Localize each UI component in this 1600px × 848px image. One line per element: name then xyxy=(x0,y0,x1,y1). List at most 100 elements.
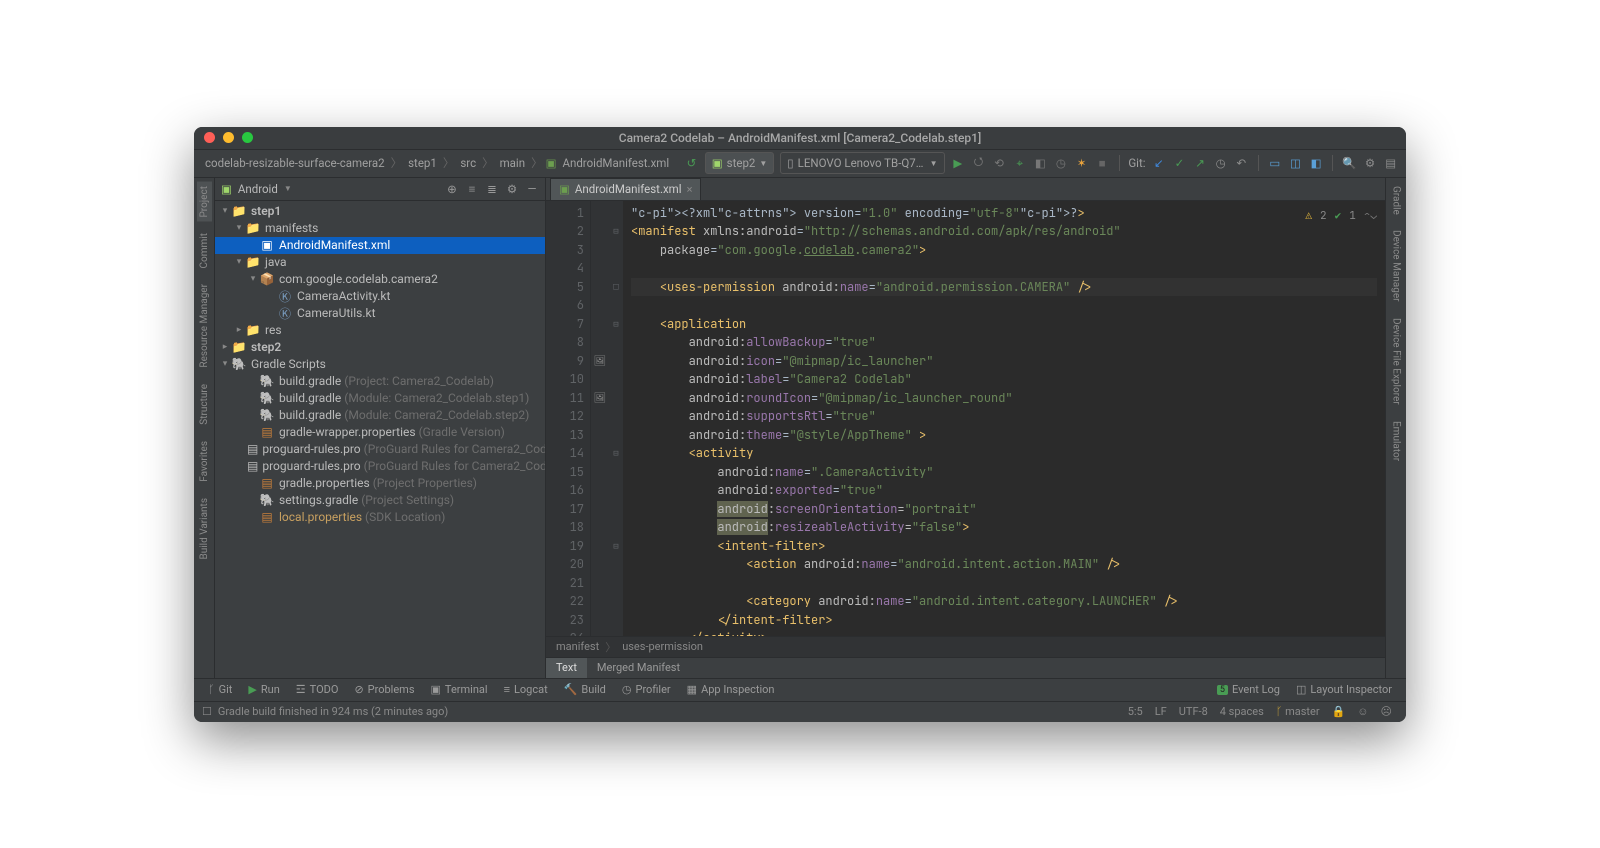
todo-tool-button[interactable]: ☲TODO xyxy=(290,683,345,696)
resource-manager-icon[interactable]: ◧ xyxy=(1309,154,1324,172)
module-node[interactable]: step1 xyxy=(251,204,281,218)
profiler-icon: ◷ xyxy=(622,683,632,696)
breadcrumb-item[interactable]: main xyxy=(497,155,529,171)
collapse-all-icon[interactable]: ≣ xyxy=(485,182,499,196)
debug-button[interactable]: ⌖ xyxy=(1012,154,1027,172)
caret-position[interactable]: 5:5 xyxy=(1122,705,1149,718)
memory-indicator[interactable]: ☺ xyxy=(1351,705,1374,718)
attach-debugger-icon[interactable]: ✶ xyxy=(1074,154,1089,172)
lock-icon[interactable]: 🔒 xyxy=(1326,705,1352,718)
indent-settings[interactable]: 4 spaces xyxy=(1214,705,1270,718)
breadcrumb-item[interactable]: step1 xyxy=(405,155,440,171)
breadcrumb-item[interactable]: src xyxy=(457,155,479,171)
git-label: Git: xyxy=(1128,156,1145,170)
code-editor[interactable]: 123456789101112131415161718192021222324 … xyxy=(546,201,1385,636)
file-encoding[interactable]: UTF-8 xyxy=(1173,705,1214,718)
git-commit-icon[interactable]: ✓ xyxy=(1172,154,1187,172)
git-rollback-icon[interactable]: ↶ xyxy=(1234,154,1249,172)
run-button[interactable]: ▶ xyxy=(951,154,966,172)
breadcrumb-item[interactable]: codelab-resizable-surface-camera2 xyxy=(202,155,388,171)
folder-node[interactable]: res xyxy=(265,323,282,337)
project-view-dropdown[interactable]: Android xyxy=(238,182,278,196)
apply-code-icon[interactable]: ⟲ xyxy=(992,154,1007,172)
module-node[interactable]: step2 xyxy=(251,340,281,354)
build-tool-button[interactable]: 🔨Build xyxy=(558,683,612,696)
coverage-icon[interactable]: ◧ xyxy=(1033,154,1048,172)
folder-node[interactable]: java xyxy=(265,255,287,269)
chevron-up-down-icon[interactable]: ⌃⌄ xyxy=(1364,207,1377,226)
maximize-window-button[interactable] xyxy=(242,132,253,143)
inspections-widget[interactable]: ⚠2 ✔1 ⌃⌄ xyxy=(1305,207,1377,226)
problems-tool-button[interactable]: ⊘Problems xyxy=(348,683,420,696)
editor-tab[interactable]: ▣ AndroidManifest.xml × xyxy=(550,178,701,200)
favorites-tool-button[interactable]: Favorites xyxy=(197,437,212,486)
merged-manifest-tab[interactable]: Merged Manifest xyxy=(587,658,690,678)
git-tool-button[interactable]: ᚴGit xyxy=(202,683,238,696)
file-node[interactable]: build.gradle xyxy=(279,374,341,388)
device-dropdown[interactable]: ▯ LENOVO Lenovo TB-Q706F-DPP ▼ xyxy=(780,152,944,174)
sync-gradle-icon[interactable]: ↺ xyxy=(684,154,699,172)
breadcrumb-item[interactable]: manifest xyxy=(556,640,599,653)
file-node[interactable]: proguard-rules.pro xyxy=(262,442,360,456)
settings-icon[interactable]: ⚙ xyxy=(1363,154,1378,172)
device-manager-tool-button[interactable]: Device Manager xyxy=(1389,226,1404,306)
search-everywhere-icon[interactable]: 🔍 xyxy=(1342,154,1357,172)
project-tool-button[interactable]: Project xyxy=(197,182,212,222)
minimize-window-button[interactable] xyxy=(223,132,234,143)
apply-changes-icon[interactable]: ⭯ xyxy=(971,154,986,172)
file-node[interactable]: gradle-wrapper.properties xyxy=(279,425,416,439)
select-opened-file-icon[interactable]: ⊕ xyxy=(445,182,459,196)
file-node[interactable]: local.properties xyxy=(279,510,362,524)
logcat-tool-button[interactable]: ≡Logcat xyxy=(498,683,554,696)
breadcrumb-item[interactable]: uses-permission xyxy=(622,640,703,653)
package-node[interactable]: com.google.codelab.camera2 xyxy=(279,272,438,286)
resource-manager-tool-button[interactable]: Resource Manager xyxy=(197,280,212,372)
file-node[interactable]: gradle.properties xyxy=(279,476,370,490)
ide-errors-icon[interactable]: ☹ xyxy=(1375,705,1398,718)
close-tab-icon[interactable]: × xyxy=(687,183,693,196)
run-tool-button[interactable]: ▶Run xyxy=(242,683,285,696)
code-content[interactable]: "c-pi"><?xml"c-attrns"> version="1.0" en… xyxy=(623,201,1385,636)
event-log-button[interactable]: 5Event Log xyxy=(1211,683,1286,696)
panel-settings-icon[interactable]: ⚙ xyxy=(505,182,519,196)
commit-tool-button[interactable]: Commit xyxy=(197,229,212,272)
file-node[interactable]: build.gradle xyxy=(279,391,341,405)
git-push-icon[interactable]: ↗ xyxy=(1193,154,1208,172)
expand-all-icon[interactable]: ≡ xyxy=(465,182,479,196)
file-node[interactable]: AndroidManifest.xml xyxy=(279,238,390,252)
sdk-manager-icon[interactable]: ◫ xyxy=(1288,154,1303,172)
account-icon[interactable]: ▤ xyxy=(1383,154,1398,172)
layout-inspector-button[interactable]: ◫Layout Inspector xyxy=(1290,683,1398,696)
file-node[interactable]: settings.gradle xyxy=(279,493,358,507)
emulator-tool-button[interactable]: Emulator xyxy=(1389,417,1404,465)
editor-area: ▣ AndroidManifest.xml × 1234567891011121… xyxy=(546,178,1385,678)
hide-panel-icon[interactable]: — xyxy=(525,182,539,196)
run-config-dropdown[interactable]: ▣ step2 ▼ xyxy=(705,152,775,174)
structure-tool-button[interactable]: Structure xyxy=(197,380,212,429)
app-inspection-tool-button[interactable]: ▦App Inspection xyxy=(681,683,781,696)
breadcrumb-item[interactable]: AndroidManifest.xml xyxy=(559,155,672,171)
profiler-tool-button[interactable]: ◷Profiler xyxy=(616,683,677,696)
project-tree[interactable]: ▾📁step1 ▾📁manifests ▣AndroidManifest.xml… xyxy=(215,201,545,678)
close-window-button[interactable] xyxy=(204,132,215,143)
file-node[interactable]: CameraActivity.kt xyxy=(297,289,390,303)
profile-icon[interactable]: ◷ xyxy=(1054,154,1069,172)
stop-button[interactable]: ■ xyxy=(1095,154,1110,172)
device-file-explorer-tool-button[interactable]: Device File Explorer xyxy=(1389,314,1404,409)
window-title: Camera2 Codelab – AndroidManifest.xml [C… xyxy=(619,131,982,145)
gradle-tool-button[interactable]: Gradle xyxy=(1389,182,1404,219)
text-tab[interactable]: Text xyxy=(546,658,587,678)
file-node[interactable]: CameraUtils.kt xyxy=(297,306,376,320)
avd-manager-icon[interactable]: ▭ xyxy=(1267,154,1282,172)
git-branch[interactable]: ᚴ master xyxy=(1270,705,1326,718)
folder-node[interactable]: manifests xyxy=(265,221,318,235)
terminal-tool-button[interactable]: ▣Terminal xyxy=(425,683,494,696)
chevron-down-icon: ▼ xyxy=(930,159,938,168)
file-node[interactable]: build.gradle xyxy=(279,408,341,422)
line-separator[interactable]: LF xyxy=(1149,705,1173,718)
git-update-icon[interactable]: ↙ xyxy=(1152,154,1167,172)
build-variants-tool-button[interactable]: Build Variants xyxy=(197,494,212,564)
gradle-scripts-node[interactable]: Gradle Scripts xyxy=(251,357,326,371)
git-history-icon[interactable]: ◷ xyxy=(1213,154,1228,172)
file-node[interactable]: proguard-rules.pro xyxy=(262,459,360,473)
